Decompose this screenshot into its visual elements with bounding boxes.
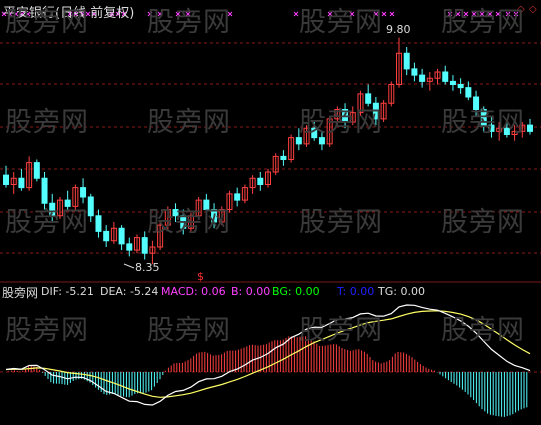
watermark-text: 股旁网 [441, 207, 525, 238]
candle-body [419, 74, 426, 82]
candle-body [126, 243, 133, 251]
candle-body [442, 71, 449, 82]
watermark-text: 股旁网 [5, 207, 89, 238]
watermark-text: 股旁网 [299, 207, 383, 238]
b-value: B: 0.00 [231, 285, 271, 298]
signal-marker: $ [197, 270, 204, 283]
candle-body [103, 230, 110, 242]
indicator-name[interactable]: 股旁网 [2, 284, 38, 301]
watermark-text: 股旁网 [441, 107, 525, 138]
candle-body [141, 237, 148, 254]
macd-histogram [8, 336, 528, 417]
candle-body [33, 162, 40, 179]
dea-value: DEA: -5.24 [100, 285, 159, 298]
candle-body [95, 215, 102, 232]
watermark-text: 股旁网 [299, 107, 383, 138]
low-price-label: 8.35 [135, 261, 160, 274]
watermark-text: 股旁网 [147, 7, 231, 38]
watermark-text: 股旁网 [441, 7, 525, 38]
candle-body [449, 80, 456, 85]
diamond-icon-right[interactable]: ◇ [529, 4, 537, 15]
macd-value: MACD: 0.06 [161, 285, 226, 298]
candle-body [118, 227, 125, 245]
candle-body [457, 84, 464, 89]
low-price-pointer [123, 263, 135, 269]
candle-body [465, 87, 472, 98]
candle-body [3, 174, 9, 185]
cross-marker [293, 11, 299, 17]
watermark-text: 股旁网 [5, 315, 89, 346]
watermark-text: 股旁网 [147, 207, 231, 238]
candle-body [527, 124, 533, 132]
watermark-text: 股旁网 [5, 107, 89, 138]
watermark-text: 股旁网 [441, 315, 525, 346]
watermark-text: 股旁网 [147, 107, 231, 138]
t-value: T: 0.00 [337, 285, 375, 298]
watermark-text: 股旁网 [299, 7, 383, 38]
dif-value: DIF: -5.21 [41, 285, 94, 298]
tg-value: TG: 0.00 [378, 285, 425, 298]
candle-body [280, 155, 287, 160]
candle-body [403, 52, 410, 70]
cross-marker [389, 11, 395, 17]
watermark-text: 股旁网 [5, 7, 89, 38]
candle-body [257, 177, 264, 185]
watermark-text: 股旁网 [147, 315, 231, 346]
candle-body [234, 193, 241, 201]
candle-body [411, 68, 418, 76]
candle-body [18, 177, 25, 189]
bg-value: BG: 0.00 [272, 285, 320, 298]
watermark-text: 股旁网 [299, 315, 383, 346]
high-price-label: 9.80 [386, 23, 411, 36]
candle-body [87, 196, 94, 217]
candle-body [80, 187, 87, 198]
chart-window: { "stock_title": "平安银行(日线 前复权)", "waterm… [0, 0, 541, 425]
